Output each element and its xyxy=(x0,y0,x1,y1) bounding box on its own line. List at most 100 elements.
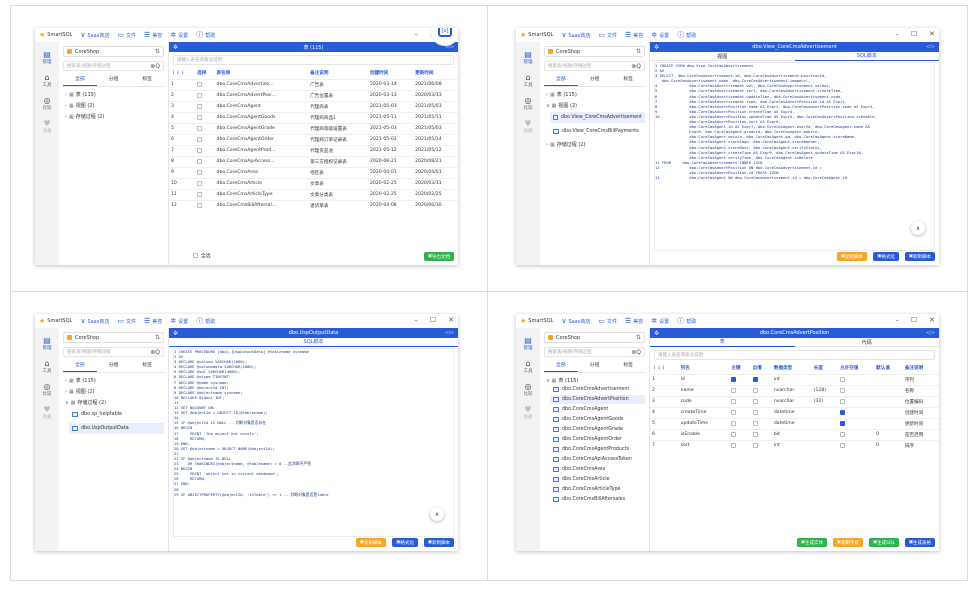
tree-leaf[interactable]: dbo.View_CoreCmsBillPayments xyxy=(550,126,645,137)
tab-all[interactable]: 全部 xyxy=(63,75,97,86)
chevron-icon[interactable]: ∨ xyxy=(546,103,550,109)
tree-node[interactable]: ∨ ▦ 存储过程 (2) xyxy=(59,395,168,407)
tab-code[interactable]: 代码 xyxy=(795,339,940,346)
table-row[interactable]: 5 dbo.CoreCmsAgentGrade 代理商等级设置表 2021-05-03… xyxy=(169,122,458,134)
nav-tools[interactable]: ⌂ 工具 xyxy=(516,359,540,374)
switch-icon[interactable]: ⇅ xyxy=(636,48,641,55)
tab-all[interactable]: 全部 xyxy=(544,361,578,372)
table-filter-input[interactable]: 请输入表名或备注说明 xyxy=(173,55,454,65)
checkbox[interactable] xyxy=(197,191,203,197)
search-icon[interactable]: ⊗Q xyxy=(150,63,160,70)
checkbox[interactable] xyxy=(197,114,203,120)
row-select[interactable] xyxy=(195,188,215,200)
search-icon[interactable]: ⊗Q xyxy=(150,349,160,356)
row-select[interactable] xyxy=(195,122,215,134)
tree-leaf[interactable]: dbo.sp_helptable xyxy=(69,409,164,420)
search-icon[interactable]: ⊗Q xyxy=(631,349,641,356)
code-toggle-icon[interactable]: </> xyxy=(445,331,454,336)
menu-settings[interactable]: ✲ 设置 xyxy=(170,31,188,39)
nav-manage[interactable]: ▤ 管理 xyxy=(516,336,540,351)
tab-group[interactable]: 分组 xyxy=(578,361,612,372)
row-select[interactable] xyxy=(195,144,215,156)
checkbox[interactable] xyxy=(752,376,758,382)
chevron-icon[interactable]: › xyxy=(546,142,548,148)
checkbox[interactable] xyxy=(840,442,846,448)
tree-leaf[interactable]: dbo.CoreCmsAgentGrade xyxy=(550,425,645,434)
checkbox[interactable] xyxy=(840,431,846,437)
checkbox[interactable] xyxy=(731,431,737,437)
tab-tag[interactable]: 标签 xyxy=(611,361,645,372)
chevron-icon[interactable]: › xyxy=(546,92,548,98)
checkbox[interactable] xyxy=(840,376,846,382)
tree-node[interactable]: › ▦ 视图 (2) xyxy=(59,98,168,110)
menu-help[interactable]: ⓘ 帮助 xyxy=(677,316,696,326)
export-button[interactable]: ▣ 导出文档 xyxy=(423,252,454,261)
tree-leaf[interactable]: dbo.CoreCmsAgentProducts xyxy=(550,445,645,454)
table-row[interactable]: 3 dbo.CoreCmsAgent 代理商表 2021-05-03 2021/05/0… xyxy=(169,100,458,112)
tab-all[interactable]: 全部 xyxy=(544,75,578,86)
table-row[interactable]: 6 dbo.CoreCmsAgentOrder 代理商订单记录表 2021-05-03… xyxy=(169,133,458,145)
tree-search-input[interactable]: 搜索表/视图/存储过程 ⊗Q xyxy=(544,347,645,357)
menu-file[interactable]: ▭ 文件 xyxy=(598,31,617,39)
database-select[interactable]: CoreShop ⇅ xyxy=(544,332,645,343)
row-select[interactable] xyxy=(195,111,215,123)
sql-editor[interactable]: 1 CREATE VIEW dbo.View_CoreCmsAdvertisem… xyxy=(654,62,935,251)
database-select[interactable]: CoreShop ⇅ xyxy=(63,332,164,343)
menu-saas[interactable]: ∨ Saas商店 xyxy=(561,317,590,325)
checkbox[interactable] xyxy=(731,409,737,415)
nav-manage[interactable]: ▤ 管理 xyxy=(35,50,59,65)
maximize-icon[interactable]: ☐ xyxy=(911,316,917,324)
nav-favorites[interactable]: ♥ 收藏 xyxy=(516,405,540,420)
chevron-icon[interactable]: › xyxy=(65,92,67,98)
switch-icon[interactable]: ⇅ xyxy=(636,334,641,341)
tree-search-input[interactable]: 搜索表/视图/存储过程 ⊗Q xyxy=(63,347,164,357)
menu-help[interactable]: ⓘ 帮助 xyxy=(196,316,215,326)
nav-favorites[interactable]: ♥ 收藏 xyxy=(35,405,59,420)
minimize-icon[interactable]: – xyxy=(414,316,418,324)
table-row[interactable]: 4 dbo.CoreCmsAgentGoods 代理商商品1 2021-05-11 20… xyxy=(169,111,458,123)
checkbox[interactable] xyxy=(840,409,846,415)
minimize-icon[interactable]: – xyxy=(414,30,418,38)
tree-leaf[interactable]: dbo.CoreCmsBillAftersales xyxy=(550,495,645,504)
tree-leaf[interactable]: dbo.CoreCmsAdvertPosition xyxy=(550,395,645,404)
nav-compare[interactable]: ◎ 比较 xyxy=(516,96,540,111)
menu-help[interactable]: ⓘ 帮助 xyxy=(196,30,215,40)
tree-leaf[interactable]: dbo.View_CoreCmsAdvertisement xyxy=(550,112,645,123)
minimize-icon[interactable]: – xyxy=(895,30,899,38)
checkbox[interactable] xyxy=(731,398,737,404)
checkbox[interactable] xyxy=(197,169,203,175)
table-row[interactable]: 4 createTime datetime 创建时间 xyxy=(650,406,939,418)
switch-icon[interactable]: ⇅ xyxy=(155,48,160,55)
tree-leaf[interactable]: dbo.CoreCmsAdvertisement xyxy=(550,385,645,394)
new-script-button[interactable]: ▣ 新制脚本 xyxy=(423,538,454,547)
row-select[interactable] xyxy=(195,78,215,90)
tab-sql[interactable]: SQL脚本 xyxy=(169,338,458,347)
table-row[interactable]: 10 dbo.CoreCmsArticle 文章表 2020-02-25 2020/03… xyxy=(169,177,458,189)
close-icon[interactable]: ✕ xyxy=(448,316,454,324)
format-button[interactable]: ▣ 格式化 xyxy=(392,538,418,547)
scroll-top-button[interactable]: ∧ xyxy=(430,507,444,521)
table-row[interactable]: 1 id int 序列 xyxy=(650,373,939,385)
menu-file[interactable]: ▭ 文件 xyxy=(117,31,136,39)
checkbox[interactable] xyxy=(197,158,203,164)
tree-node[interactable]: ∨ ▦ 表 (115) xyxy=(540,373,649,385)
code-toggle-icon[interactable]: </> xyxy=(926,331,935,336)
menu-file[interactable]: ▭ 文件 xyxy=(117,317,136,325)
table-row[interactable]: 8 dbo.CoreCmsApiAccess... 第三方授权记录表 2020-08-… xyxy=(169,155,458,167)
table-row[interactable]: 7 sort int 0 排序 xyxy=(650,439,939,451)
close-icon[interactable]: ✕ xyxy=(929,316,935,324)
tree-leaf[interactable]: dbo.CoreCmsArticleType xyxy=(550,485,645,494)
nav-compare[interactable]: ◎ 比较 xyxy=(35,382,59,397)
checkbox[interactable] xyxy=(197,136,203,142)
checkbox[interactable] xyxy=(731,420,737,426)
format-button[interactable]: ▣ 格式化 xyxy=(873,252,899,261)
minimize-icon[interactable]: – xyxy=(895,316,899,324)
nav-compare[interactable]: ◎ 比较 xyxy=(516,382,540,397)
menu-settings[interactable]: ✲ 设置 xyxy=(651,317,669,325)
checkbox[interactable] xyxy=(197,202,203,208)
tab-group[interactable]: 分组 xyxy=(97,361,131,372)
maximize-icon[interactable]: ☐ xyxy=(430,316,436,324)
menu-theme[interactable]: ☰ 美容 xyxy=(144,31,162,39)
checkbox[interactable] xyxy=(752,398,758,404)
select-all[interactable]: 全选 xyxy=(193,252,211,259)
